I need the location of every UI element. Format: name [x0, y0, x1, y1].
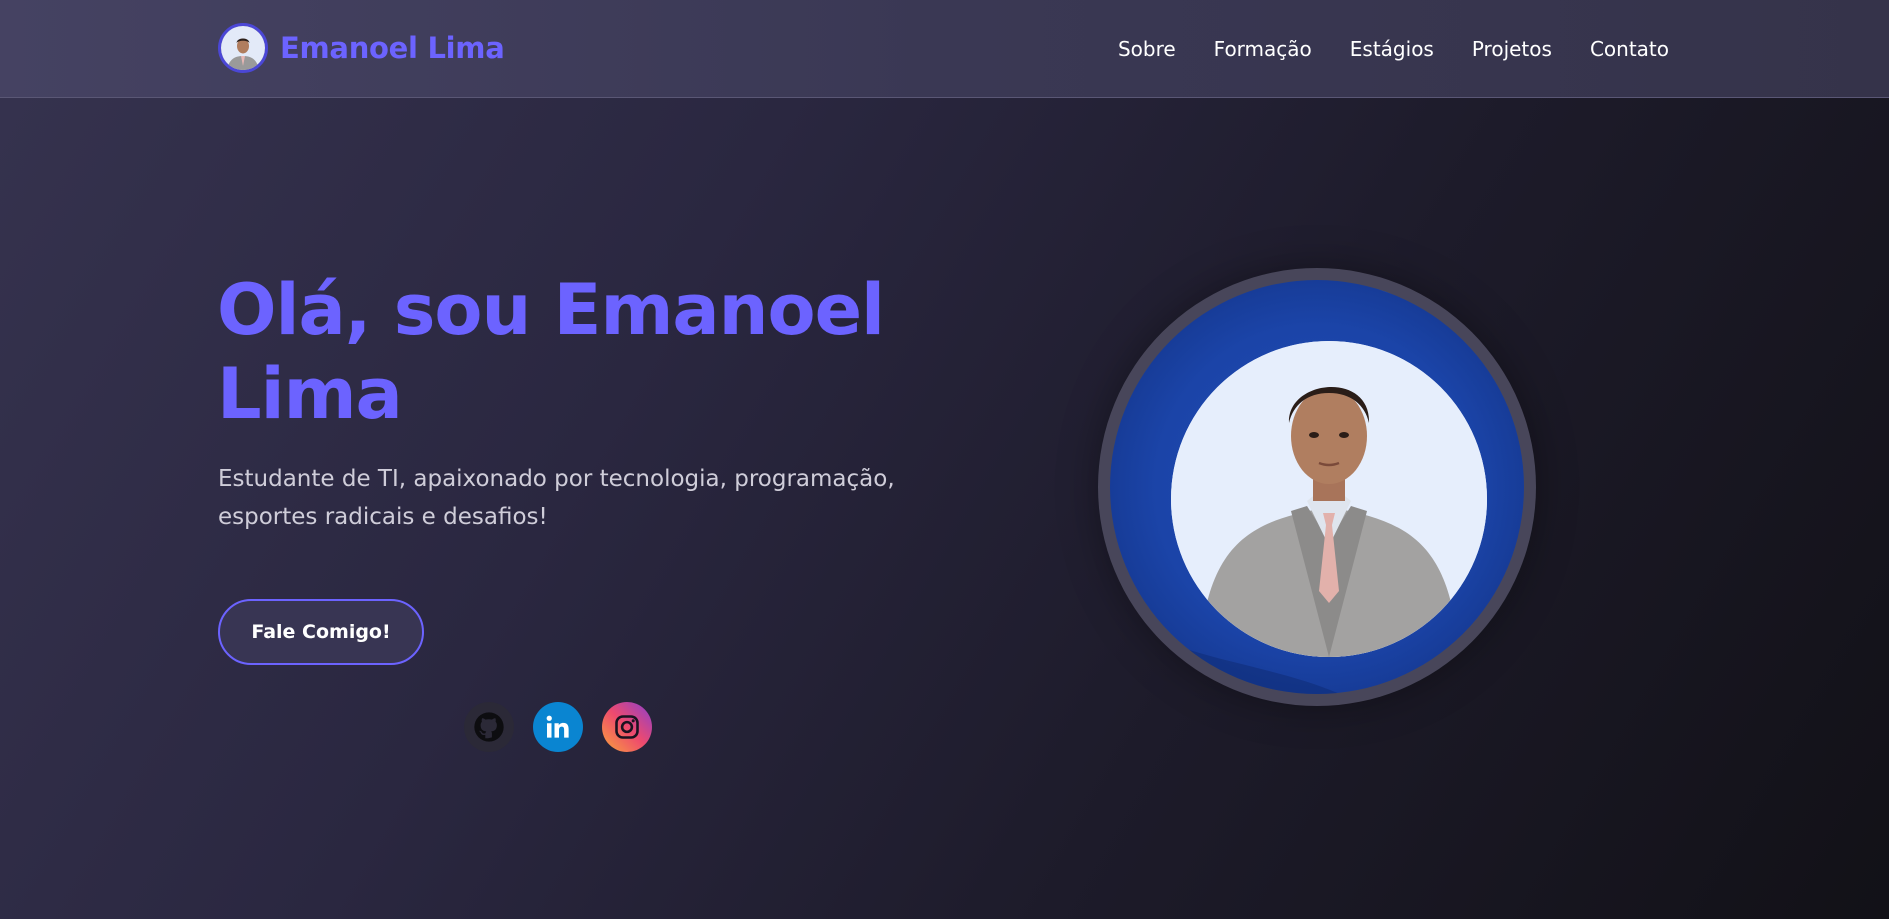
portrait-background [1110, 280, 1524, 694]
nav-link-sobre[interactable]: Sobre [1118, 37, 1176, 61]
hero-subtitle: Estudante de TI, apaixonado por tecnolog… [218, 466, 895, 530]
navbar: Emanoel Lima Sobre Formação Estágios Pro… [0, 0, 1889, 98]
github-icon [474, 712, 504, 742]
linkedin-icon [546, 715, 569, 738]
nav-link-estagios[interactable]: Estágios [1350, 37, 1434, 61]
profile-photo [1171, 341, 1487, 657]
nav-link-projetos[interactable]: Projetos [1472, 37, 1552, 61]
nav-link-formacao[interactable]: Formação [1214, 37, 1312, 61]
contact-me-button[interactable]: Fale Comigo! [218, 599, 424, 665]
brand-link[interactable]: Emanoel Lima [218, 23, 505, 73]
instagram-icon [615, 715, 639, 739]
hero-title: Olá, sou Emanoel Lima [217, 269, 885, 435]
brand-avatar [218, 23, 268, 73]
github-link[interactable] [464, 702, 514, 752]
nav-menu: Sobre Formação Estágios Projetos Contato [1118, 0, 1669, 98]
linkedin-link[interactable] [533, 702, 583, 752]
brand-name: Emanoel Lima [280, 31, 505, 65]
profile-portrait [1098, 268, 1536, 706]
social-links [464, 702, 652, 752]
nav-link-contato[interactable]: Contato [1590, 37, 1669, 61]
instagram-link[interactable] [602, 702, 652, 752]
